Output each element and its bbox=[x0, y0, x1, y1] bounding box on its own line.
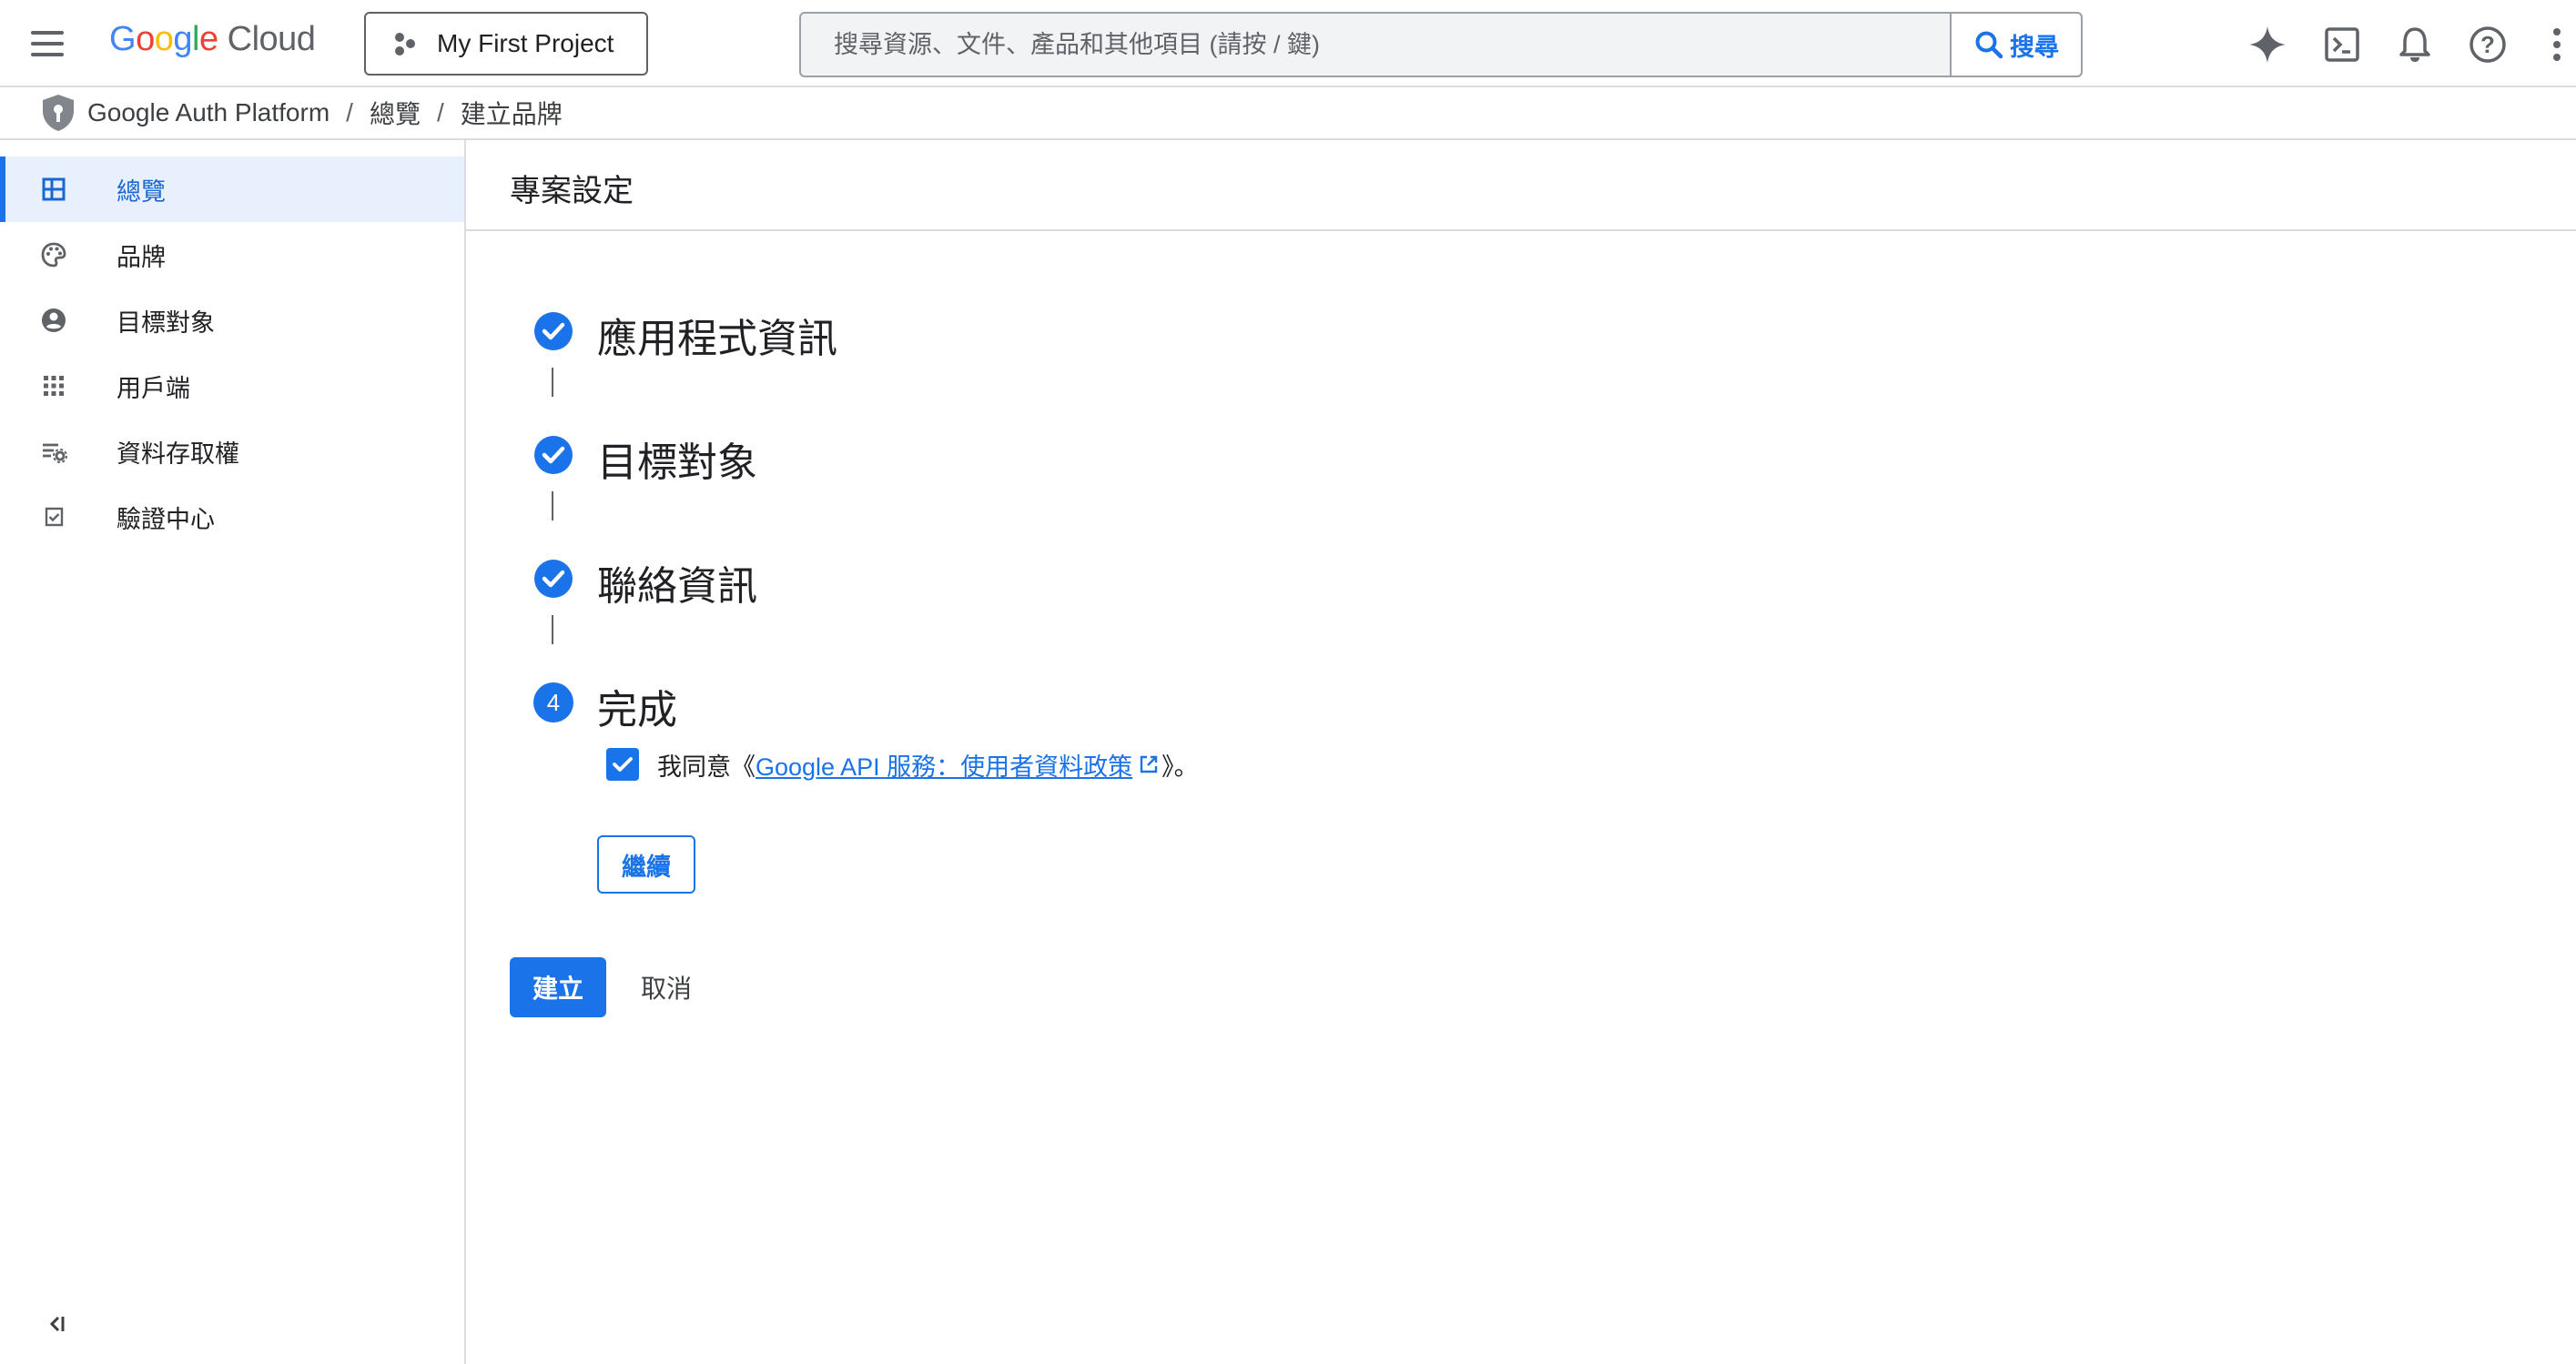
hamburger-line bbox=[31, 53, 64, 56]
data-settings-icon bbox=[43, 443, 67, 463]
step-finish[interactable]: 4 完成 bbox=[533, 672, 1808, 735]
open-in-new-icon bbox=[1138, 753, 1160, 775]
notifications-bell-icon bbox=[2399, 27, 2430, 62]
page-header: 專案設定 bbox=[466, 140, 2576, 231]
policy-agreement: 我同意《 Google API 服務：使用者資料政策 》。 bbox=[606, 744, 1199, 784]
agree-checkbox[interactable] bbox=[606, 748, 639, 781]
project-picker-button[interactable]: My First Project bbox=[364, 12, 648, 76]
breadcrumb-item-auth-platform[interactable]: Google Auth Platform bbox=[87, 98, 330, 127]
collapse-sidebar-button[interactable] bbox=[42, 1308, 73, 1339]
sidebar-item-verification-center[interactable]: 驗證中心 bbox=[0, 484, 464, 550]
auth-platform-shield-icon bbox=[40, 93, 76, 133]
continue-button[interactable]: 繼續 bbox=[597, 835, 695, 894]
svg-text:?: ? bbox=[2480, 31, 2495, 58]
apps-grid-icon bbox=[44, 376, 64, 396]
step-title: 完成 bbox=[597, 688, 677, 733]
cloud-shell-button[interactable] bbox=[2321, 24, 2363, 66]
user-data-policy-link[interactable]: Google API 服務：使用者資料政策 bbox=[756, 747, 1132, 783]
sidebar-item-label: 目標對象 bbox=[117, 308, 215, 337]
agree-suffix-text: 》。 bbox=[1161, 753, 1199, 781]
checkmark-icon bbox=[613, 757, 633, 772]
search-button[interactable]: 搜尋 bbox=[1950, 14, 2081, 76]
sidebar-item-overview[interactable]: 總覽 bbox=[0, 157, 464, 222]
sidebar-item-data-access[interactable]: 資料存取權 bbox=[0, 419, 464, 484]
main-menu-button[interactable] bbox=[27, 24, 67, 64]
logo-google-text: Google bbox=[109, 20, 218, 58]
sidebar-item-audience[interactable]: 目標對象 bbox=[0, 288, 464, 353]
breadcrumb-separator: / bbox=[346, 98, 353, 126]
check-circle-icon bbox=[534, 436, 573, 474]
step-contact-info[interactable]: 聯絡資訊 bbox=[533, 548, 1808, 611]
step-audience[interactable]: 目標對象 bbox=[533, 424, 1808, 488]
cancel-button[interactable]: 取消 bbox=[624, 957, 708, 1017]
palette-icon bbox=[41, 242, 66, 268]
breadcrumb-separator: / bbox=[436, 98, 444, 126]
create-button[interactable]: 建立 bbox=[510, 957, 606, 1017]
help-icon: ? bbox=[2470, 26, 2506, 63]
page-title: 專案設定 bbox=[510, 174, 634, 208]
gemini-button[interactable] bbox=[2246, 24, 2288, 66]
sidebar-item-clients[interactable]: 用戶端 bbox=[0, 353, 464, 419]
project-name: My First Project bbox=[437, 29, 614, 57]
step-connector bbox=[552, 491, 553, 520]
step-title: 目標對象 bbox=[597, 440, 757, 485]
agree-prefix-text: 我同意《 bbox=[657, 753, 756, 781]
breadcrumb: Google Auth Platform / 總覽 / 建立品牌 bbox=[0, 87, 2576, 140]
project-hub-icon bbox=[395, 33, 415, 56]
account-circle-icon bbox=[42, 308, 66, 332]
breadcrumb-item-create-brand: 建立品牌 bbox=[460, 100, 563, 128]
check-circle-icon bbox=[534, 312, 573, 350]
step-number-badge: 4 bbox=[533, 682, 573, 722]
google-cloud-logo[interactable]: Google Cloud bbox=[109, 20, 316, 59]
sidebar-item-branding[interactable]: 品牌 bbox=[0, 222, 464, 288]
search-bar: 搜尋 bbox=[799, 12, 2083, 77]
collapse-left-icon bbox=[49, 1316, 65, 1332]
sidebar-nav: 總覽 品牌 目標對象 用戶端 資料存取權 驗證中心 bbox=[0, 140, 466, 1364]
search-icon bbox=[1975, 31, 2003, 59]
gemini-sparkle-icon bbox=[2249, 26, 2286, 63]
step-title: 聯絡資訊 bbox=[597, 564, 757, 609]
search-input[interactable] bbox=[801, 14, 1950, 76]
step-title: 應用程式資訊 bbox=[597, 317, 837, 361]
dashboard-icon bbox=[42, 177, 66, 201]
cloud-shell-icon bbox=[2325, 27, 2359, 62]
step-connector bbox=[552, 368, 553, 397]
step-app-info[interactable]: 應用程式資訊 bbox=[533, 300, 1808, 364]
step-connector bbox=[552, 615, 553, 644]
sidebar-item-label: 資料存取權 bbox=[117, 440, 239, 468]
help-button[interactable]: ? bbox=[2467, 24, 2509, 66]
search-button-label: 搜尋 bbox=[2010, 33, 2059, 61]
breadcrumb-item-overview[interactable]: 總覽 bbox=[370, 95, 421, 131]
more-vert-icon bbox=[2553, 28, 2561, 61]
notifications-button[interactable] bbox=[2394, 24, 2436, 66]
verified-checkbox-icon bbox=[45, 507, 64, 527]
top-app-bar: Google Cloud My First Project 搜尋資源、文件、產品… bbox=[0, 0, 2576, 87]
sidebar-item-label: 品牌 bbox=[117, 243, 166, 271]
sidebar-item-label: 驗證中心 bbox=[117, 505, 215, 533]
hamburger-menu-icon bbox=[31, 31, 64, 35]
check-circle-icon bbox=[534, 560, 573, 598]
sidebar-item-label: 用戶端 bbox=[117, 374, 190, 402]
logo-cloud-text: Cloud bbox=[227, 20, 316, 58]
hamburger-line bbox=[31, 42, 64, 45]
sidebar-item-label: 總覽 bbox=[117, 177, 166, 206]
more-options-button[interactable] bbox=[2538, 24, 2565, 66]
